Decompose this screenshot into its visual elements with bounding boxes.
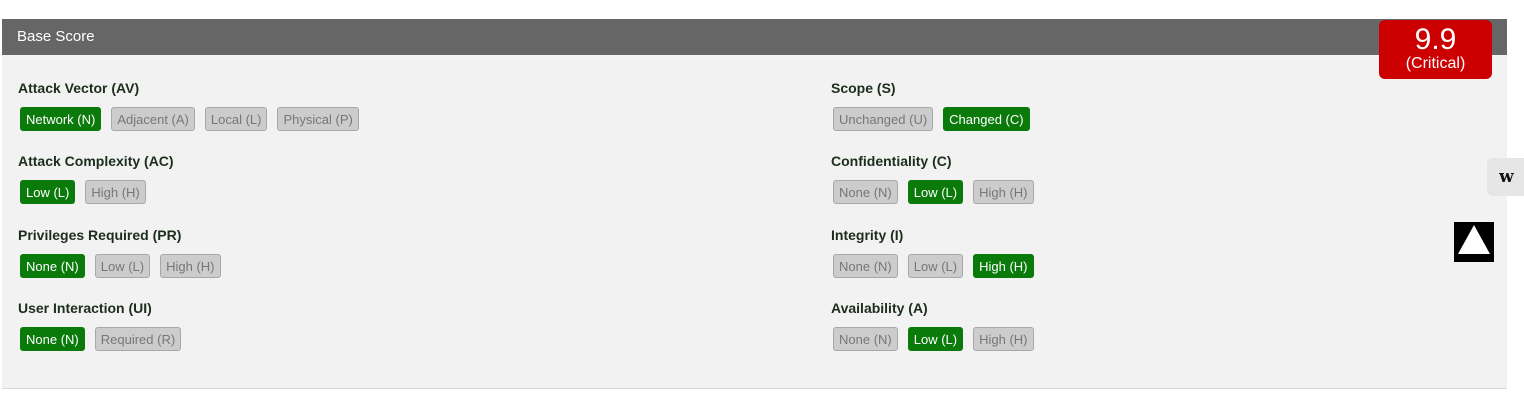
metric-title: Privileges Required (PR) bbox=[18, 227, 182, 243]
panel-header: Base Score bbox=[2, 19, 1507, 55]
option-button[interactable]: High (H) bbox=[973, 327, 1034, 351]
option-button[interactable]: Adjacent (A) bbox=[111, 107, 195, 131]
option-button[interactable]: High (H) bbox=[160, 254, 221, 278]
option-button[interactable]: High (H) bbox=[973, 254, 1034, 278]
option-button[interactable]: Unchanged (U) bbox=[833, 107, 934, 131]
metric-title: User Interaction (UI) bbox=[18, 300, 152, 316]
metric-title: Confidentiality (C) bbox=[831, 153, 952, 169]
score-severity: (Critical) bbox=[1405, 55, 1466, 72]
option-button[interactable]: Required (R) bbox=[94, 327, 182, 351]
option-button[interactable]: High (H) bbox=[85, 180, 146, 204]
panel-title: Base Score bbox=[17, 28, 95, 45]
option-button[interactable]: Physical (P) bbox=[277, 107, 359, 131]
option-button[interactable]: Low (L) bbox=[907, 254, 964, 278]
option-group: Low (L) High (H) bbox=[20, 180, 146, 204]
option-button[interactable]: High (H) bbox=[973, 180, 1034, 204]
w-logo-icon[interactable]: w bbox=[1487, 158, 1524, 196]
option-group: None (N) Low (L) High (H) bbox=[20, 254, 221, 278]
option-button[interactable]: Changed (C) bbox=[943, 107, 1030, 131]
metric-title: Scope (S) bbox=[831, 80, 896, 96]
option-group: Network (N) Adjacent (A) Local (L) Physical… bbox=[20, 107, 359, 131]
base-score-panel: Base Score 9.9 (Critical) Attack Vector … bbox=[2, 19, 1507, 389]
side-widget-label: w bbox=[1499, 167, 1514, 187]
metric-title: Availability (A) bbox=[831, 300, 928, 316]
option-button[interactable]: Low (L) bbox=[94, 254, 151, 278]
metric-title: Integrity (I) bbox=[831, 227, 904, 243]
score-badge: 9.9 (Critical) bbox=[1379, 20, 1492, 79]
metric-title: Attack Complexity (AC) bbox=[18, 153, 174, 169]
scroll-to-top-button[interactable] bbox=[1454, 222, 1494, 262]
option-group: None (N) Low (L) High (H) bbox=[833, 254, 1034, 278]
option-group: Unchanged (U) Changed (C) bbox=[833, 107, 1030, 131]
option-button[interactable]: Low (L) bbox=[907, 327, 964, 351]
option-button[interactable]: Low (L) bbox=[907, 180, 964, 204]
option-button[interactable]: Network (N) bbox=[20, 107, 102, 131]
option-group: None (N) Low (L) High (H) bbox=[833, 180, 1034, 204]
option-button[interactable]: None (N) bbox=[833, 327, 898, 351]
option-button[interactable]: None (N) bbox=[20, 254, 85, 278]
option-group: None (N) Required (R) bbox=[20, 327, 182, 351]
option-button[interactable]: None (N) bbox=[833, 254, 898, 278]
arrow-up-icon bbox=[1458, 225, 1490, 254]
option-group: None (N) Low (L) High (H) bbox=[833, 327, 1034, 351]
option-button[interactable]: Low (L) bbox=[20, 180, 76, 204]
option-button[interactable]: Local (L) bbox=[204, 107, 268, 131]
option-button[interactable]: None (N) bbox=[20, 327, 85, 351]
score-value: 9.9 bbox=[1414, 23, 1457, 56]
metric-title: Attack Vector (AV) bbox=[18, 80, 140, 96]
option-button[interactable]: None (N) bbox=[833, 180, 898, 204]
